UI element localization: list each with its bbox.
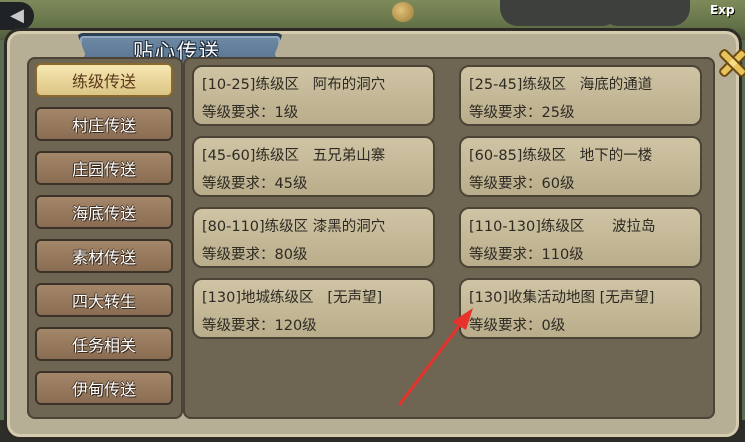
red-arrow-annotation [398,308,473,406]
